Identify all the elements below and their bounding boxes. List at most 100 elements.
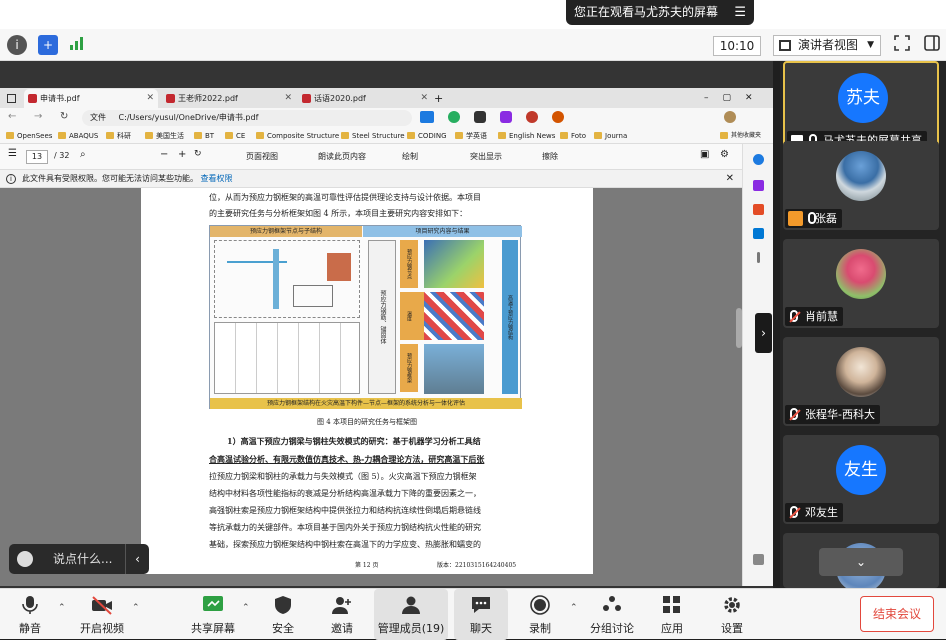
user-icon: [788, 211, 803, 226]
mute-button[interactable]: 静音: [6, 589, 54, 640]
search-icon[interactable]: [753, 154, 764, 165]
end-meeting-button[interactable]: 结束会议: [860, 596, 934, 632]
participant-card[interactable]: 肖前慧: [783, 239, 939, 328]
shield-icon: [275, 596, 291, 614]
save-icon[interactable]: ▣: [700, 149, 709, 160]
rotate-icon[interactable]: ↻: [194, 149, 202, 159]
members-button[interactable]: 管理成员(19): [374, 589, 448, 640]
bookmark-folder[interactable]: CODING: [407, 130, 447, 142]
record-button[interactable]: 录制: [514, 589, 566, 640]
zoom-out-icon[interactable]: −: [160, 149, 168, 160]
info-icon[interactable]: i: [7, 35, 27, 55]
copilot-icon[interactable]: [753, 180, 764, 191]
window-controls[interactable]: –▢✕: [704, 89, 770, 108]
sidebar-toggle-icon[interactable]: [922, 35, 942, 55]
chevron-left-icon[interactable]: ‹: [125, 544, 149, 574]
doc-line: 位，从而为预应力钢框架的高温可靠性评估提供理论支持与设计依据。本项目: [209, 193, 481, 202]
chevron-up-icon[interactable]: ⌃: [570, 603, 578, 613]
bookmark-folder[interactable]: ABAQUS: [58, 130, 98, 142]
breakout-button[interactable]: 分组讨论: [584, 589, 640, 640]
close-icon[interactable]: ✕: [146, 89, 154, 108]
address-input[interactable]: 文件 C:/Users/yusul/OneDrive/申请书.pdf: [82, 110, 412, 126]
comment-box[interactable]: 说点什么... ‹: [9, 544, 149, 574]
bookmark-other[interactable]: 其他收藏夹: [720, 130, 761, 142]
forward-icon[interactable]: →: [34, 111, 42, 122]
doc-line: 基础，探索预应力钢框架结构中钢柱索在高温下的力学应变、热膨胀和蠕变的: [209, 540, 481, 549]
scroll-down-button[interactable]: ⌄: [819, 548, 903, 576]
signal-icon[interactable]: [68, 35, 88, 55]
banner-menu-icon[interactable]: ☰: [734, 0, 746, 25]
settings-gear-icon[interactable]: ⚙: [720, 149, 729, 160]
invite-button[interactable]: 邀请: [316, 589, 368, 640]
tab-label: 话语2020.pdf: [314, 94, 366, 103]
view-permissions-link[interactable]: 查看权限: [201, 174, 233, 183]
bookmark-folder[interactable]: 美国生活: [145, 130, 184, 142]
bookmark-folder[interactable]: Composite Structure: [256, 130, 339, 142]
participant-card[interactable]: 张磊: [783, 141, 939, 230]
browser-sidebar: [742, 144, 773, 586]
notice-text: 此文件具有受限权限。您可能无法访问某些功能。: [22, 174, 198, 183]
tab-pdf-3[interactable]: 话语2020.pdf ✕: [298, 89, 432, 108]
pdf-viewport[interactable]: 位，从而为预应力钢框架的高温可靠性评估提供理论支持与设计依据。本项目 的主要研究…: [0, 188, 742, 586]
participant-name-tag: 张程华-西科大: [785, 405, 880, 424]
security-button[interactable]: 安全: [258, 589, 308, 640]
zoom-in-icon[interactable]: +: [178, 149, 186, 160]
page-view-button[interactable]: 页面视图: [246, 151, 278, 162]
figure-label-column: 预应力钢筋、锚固体: [368, 240, 396, 394]
view-mode-select[interactable]: 演讲者视图 ▼: [773, 35, 881, 56]
grid-icon: [779, 40, 791, 51]
bookmark-folder[interactable]: OpenSees: [6, 130, 52, 142]
participant-card[interactable]: 友生 邓友生: [783, 435, 939, 524]
bookmark-folder[interactable]: Journa: [594, 130, 627, 142]
close-icon[interactable]: ✕: [420, 89, 428, 108]
security-label: 安全: [272, 622, 294, 635]
tools-icon[interactable]: [753, 204, 764, 215]
apps-button[interactable]: 应用: [648, 589, 696, 640]
figure-photo: [424, 344, 484, 394]
settings-button[interactable]: 设置: [708, 589, 756, 640]
participant-card[interactable]: 张程华-西科大: [783, 337, 939, 426]
erase-button[interactable]: 擦除: [542, 151, 558, 162]
avatar: 苏夫: [838, 73, 888, 123]
back-icon[interactable]: ←: [8, 111, 16, 122]
page-number-input[interactable]: 13: [26, 150, 48, 164]
security-shield-icon[interactable]: +: [38, 35, 58, 55]
bookmark-folder[interactable]: BT: [194, 130, 214, 142]
chat-button[interactable]: 聊天: [454, 589, 508, 640]
highlight-button[interactable]: 突出显示: [470, 151, 502, 162]
new-tab-icon[interactable]: +: [434, 89, 448, 108]
emoji-icon[interactable]: [17, 551, 33, 567]
bookmark-folder[interactable]: CE: [225, 130, 245, 142]
chevron-up-icon[interactable]: ⌃: [132, 603, 140, 613]
tab-pdf-2[interactable]: 王老师2022.pdf ✕: [162, 89, 296, 108]
collapse-panel-button[interactable]: ›: [755, 313, 772, 353]
contents-icon[interactable]: ☰: [8, 148, 17, 159]
participant-card[interactable]: 苏夫 马尤苏夫的屏幕共享: [783, 61, 939, 150]
tab-actions-icon[interactable]: [2, 89, 20, 108]
outlook-icon[interactable]: [753, 228, 764, 239]
tab-pdf-1[interactable]: 申请书.pdf ✕: [24, 89, 158, 108]
extension-icons[interactable]: [420, 111, 740, 125]
close-icon[interactable]: ✕: [726, 170, 734, 188]
close-icon[interactable]: ✕: [284, 89, 292, 108]
draw-button[interactable]: 绘制: [402, 151, 418, 162]
search-icon[interactable]: ⌕: [80, 149, 86, 160]
fullscreen-icon[interactable]: [892, 35, 912, 55]
participant-name: 邓友生: [805, 506, 838, 519]
bookmark-folder[interactable]: Steel Structure: [341, 130, 405, 142]
participant-name: 张程华-西科大: [805, 408, 875, 421]
refresh-icon[interactable]: ↻: [60, 111, 68, 122]
settings-gear-icon[interactable]: [753, 554, 764, 565]
share-screen-button[interactable]: 共享屏幕: [186, 589, 240, 640]
video-button[interactable]: 开启视频: [72, 589, 132, 640]
bookmark-folder[interactable]: Foto: [560, 130, 586, 142]
mute-label: 静音: [19, 622, 41, 635]
mic-icon: [22, 596, 38, 614]
chevron-up-icon[interactable]: ⌃: [58, 603, 66, 613]
read-aloud-button[interactable]: 朗读此页内容: [318, 151, 366, 162]
chevron-up-icon[interactable]: ⌃: [242, 603, 250, 613]
bookmark-folder[interactable]: 科研: [106, 130, 131, 142]
bookmark-folder[interactable]: English News: [498, 130, 555, 142]
bookmark-folder[interactable]: 学英语: [455, 130, 487, 142]
permission-notice: i 此文件具有受限权限。您可能无法访问某些功能。 查看权限 ✕: [0, 170, 742, 188]
